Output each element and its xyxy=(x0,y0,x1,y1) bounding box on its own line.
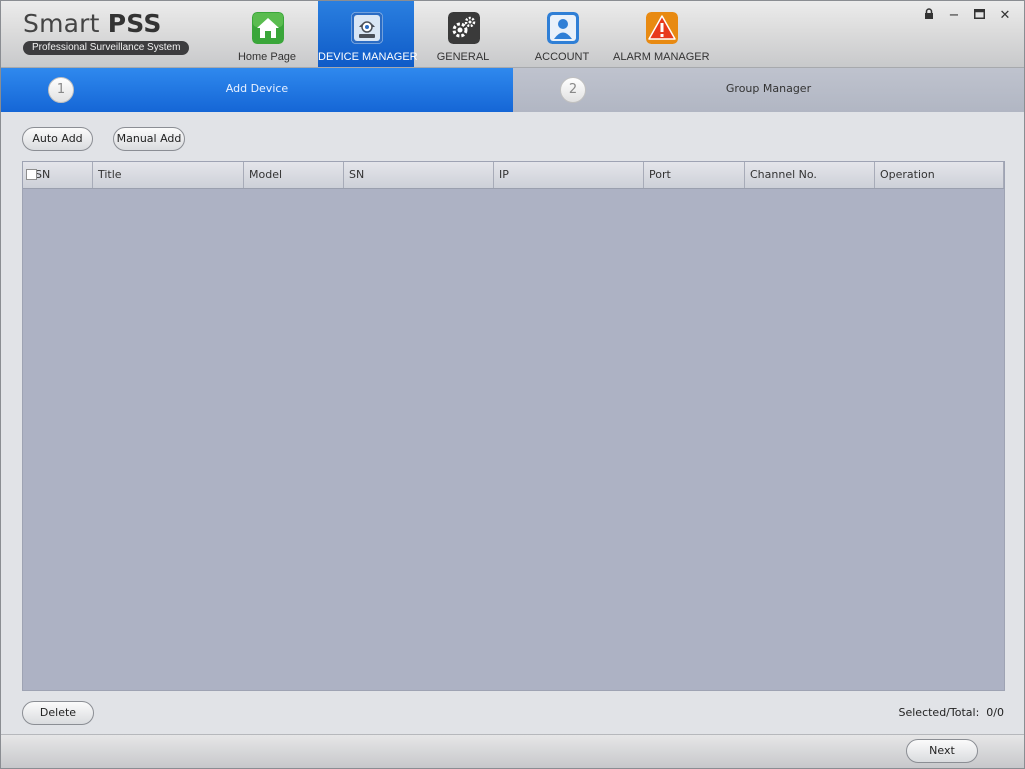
nav-device-manager[interactable]: DEVICE MANAGER xyxy=(318,1,418,67)
selected-total: Selected/Total: 0/0 xyxy=(899,706,1005,719)
column-header-ip[interactable]: IP xyxy=(494,162,644,188)
column-header-title[interactable]: Title xyxy=(93,162,244,188)
wizard-steps: 1 Add Device 2 Group Manager xyxy=(1,68,1024,112)
account-icon xyxy=(547,12,579,44)
select-all-checkbox[interactable] xyxy=(26,169,37,180)
app-name: Smart PSS xyxy=(23,9,198,39)
bottom-bar: Next xyxy=(1,734,1024,768)
step-add-device[interactable]: 1 Add Device xyxy=(1,68,513,112)
minimize-button[interactable]: − xyxy=(943,8,965,24)
app-header: Smart PSS Professional Surveillance Syst… xyxy=(1,1,1024,68)
column-header-model[interactable]: Model xyxy=(244,162,344,188)
nav-label: Home Page xyxy=(237,51,297,63)
window-controls: − ✕ xyxy=(918,8,1017,24)
column-header-port[interactable]: Port xyxy=(644,162,745,188)
column-header-channel-no[interactable]: Channel No. xyxy=(745,162,875,188)
lock-icon-glyph xyxy=(924,8,933,19)
maximize-icon xyxy=(974,9,985,19)
lock-icon[interactable] xyxy=(918,8,940,24)
step-group-manager[interactable]: 2 Group Manager xyxy=(513,68,1024,112)
alarm-icon xyxy=(646,12,678,44)
manual-add-button[interactable]: Manual Add xyxy=(113,127,185,151)
step-label: Add Device xyxy=(225,82,289,95)
smart-pss-window: Smart PSS Professional Surveillance Syst… xyxy=(0,0,1025,769)
table-body xyxy=(23,189,1004,690)
maximize-button[interactable] xyxy=(969,8,991,24)
app-name-light: Smart xyxy=(23,9,100,38)
nav-general[interactable]: GENERAL xyxy=(415,1,511,67)
step-label: Group Manager xyxy=(725,82,812,95)
nav-account[interactable]: ACCOUNT xyxy=(514,1,610,67)
column-header-sn[interactable]: SN xyxy=(344,162,494,188)
nav-label: ALARM MANAGER xyxy=(613,51,710,63)
delete-button[interactable]: Delete xyxy=(22,701,94,725)
nav-label: ACCOUNT xyxy=(534,51,590,63)
app-logo: Smart PSS Professional Surveillance Syst… xyxy=(23,9,198,55)
auto-add-button[interactable]: Auto Add xyxy=(22,127,93,151)
column-header-sn-select[interactable]: SN xyxy=(23,162,93,188)
app-subtitle: Professional Surveillance System xyxy=(23,41,190,55)
table-header: SN Title Model SN IP Port Channel No. Op… xyxy=(23,162,1004,189)
gear-icon xyxy=(448,12,480,44)
nav-label: DEVICE MANAGER xyxy=(318,51,418,63)
selected-total-value: 0/0 xyxy=(986,706,1004,719)
next-button[interactable]: Next xyxy=(906,739,978,763)
nav-label: GENERAL xyxy=(436,51,490,63)
nav-home-page[interactable]: Home Page xyxy=(219,1,315,67)
device-manager-icon xyxy=(351,12,383,44)
close-button[interactable]: ✕ xyxy=(994,8,1016,24)
column-header-operation[interactable]: Operation xyxy=(875,162,1004,188)
home-icon xyxy=(252,12,284,44)
nav-alarm-manager[interactable]: ALARM MANAGER xyxy=(613,1,710,67)
device-table: SN Title Model SN IP Port Channel No. Op… xyxy=(22,161,1005,691)
selected-total-label: Selected/Total: xyxy=(898,706,980,719)
app-name-bold: PSS xyxy=(107,9,162,38)
